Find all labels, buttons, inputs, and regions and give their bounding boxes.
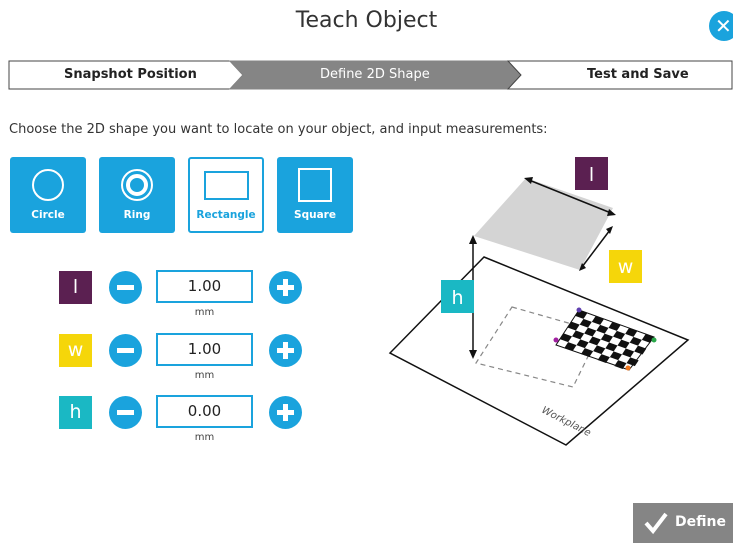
shape-ring-label: Ring — [123, 209, 151, 221]
width-increase-button[interactable] — [269, 334, 302, 367]
define-label: Define — [675, 514, 726, 530]
shape-rectangle-label: Rectangle — [196, 209, 256, 221]
width-unit: mm — [194, 370, 215, 381]
rectangle-icon — [204, 171, 249, 200]
length-decrease-button[interactable] — [109, 271, 142, 304]
shape-square-label: Square — [294, 209, 336, 221]
length-badge: l — [59, 271, 92, 304]
checkmark-icon — [644, 512, 668, 535]
shape-rectangle-button[interactable]: Rectangle — [188, 157, 264, 233]
object-rectangle — [474, 178, 613, 270]
width-decrease-button[interactable] — [109, 334, 142, 367]
step-snapshot-position[interactable]: Snapshot Position — [64, 67, 197, 82]
height-increase-button[interactable] — [269, 396, 302, 429]
instruction-text: Choose the 2D shape you want to locate o… — [9, 122, 548, 137]
shape-diagram: l w h Workplane — [388, 157, 690, 446]
width-badge: w — [59, 334, 92, 367]
diagram-length-label: l — [589, 164, 594, 186]
shape-square-button[interactable]: Square — [277, 157, 353, 233]
diagram-width-label: w — [618, 256, 634, 278]
ring-icon — [121, 169, 153, 201]
length-input[interactable]: 1.00 — [156, 270, 253, 303]
length-increase-button[interactable] — [269, 271, 302, 304]
step-define-2d-shape[interactable]: Define 2D Shape — [320, 67, 430, 82]
shape-circle-button[interactable]: Circle — [10, 157, 86, 233]
shape-ring-button[interactable]: Ring — [99, 157, 175, 233]
height-input[interactable]: 0.00 — [156, 395, 253, 428]
shape-circle-label: Circle — [31, 209, 65, 221]
height-unit: mm — [194, 432, 215, 443]
width-input[interactable]: 1.00 — [156, 333, 253, 366]
wizard-steps: Snapshot Position Define 2D Shape Test a… — [0, 0, 733, 100]
height-badge: h — [59, 396, 92, 429]
circle-icon — [32, 169, 64, 201]
step-test-and-save[interactable]: Test and Save — [587, 67, 689, 82]
square-icon — [298, 168, 332, 202]
height-decrease-button[interactable] — [109, 396, 142, 429]
diagram-height-label: h — [451, 287, 463, 309]
length-unit: mm — [194, 307, 215, 318]
define-button[interactable]: Define — [633, 503, 733, 543]
